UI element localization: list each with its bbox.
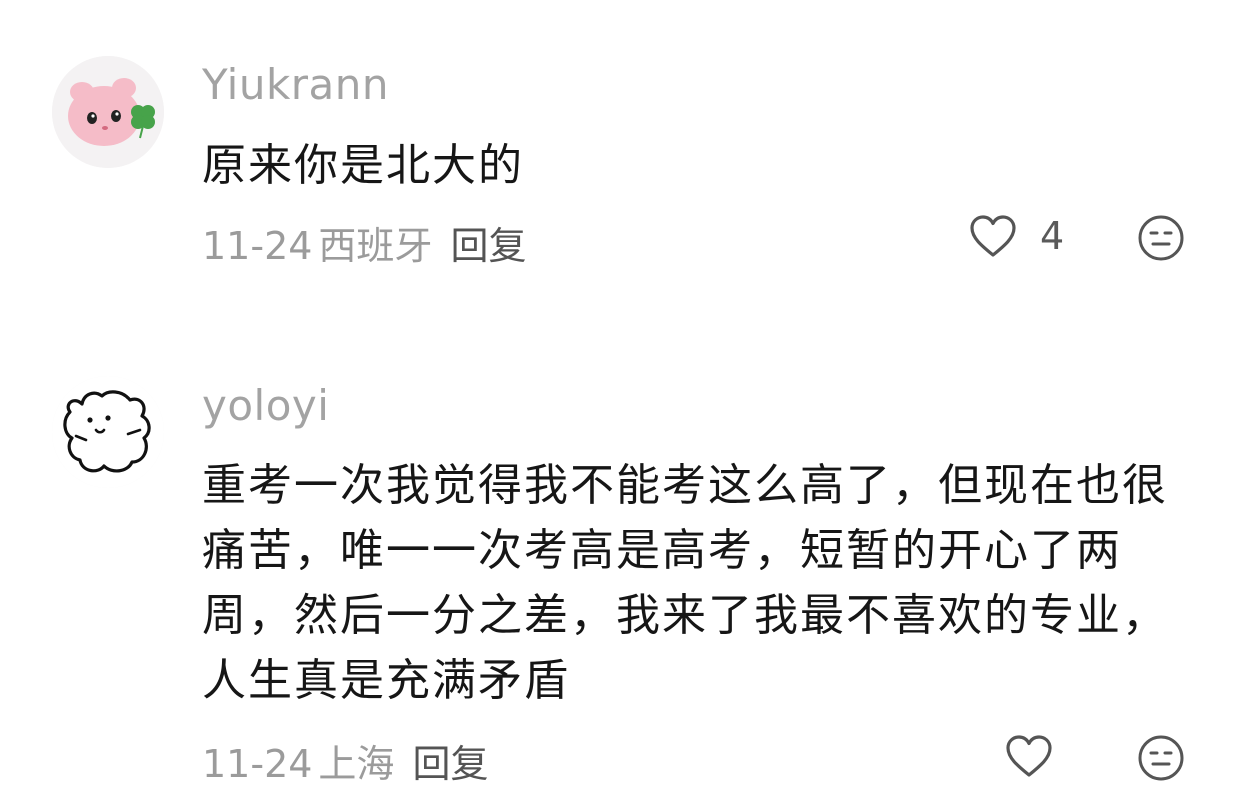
comment-location: 上海 [318, 742, 395, 786]
avatar[interactable] [52, 376, 164, 488]
comment-meta: 11-24 上海 回复 [202, 733, 488, 788]
emoji-reaction-button[interactable] [1136, 213, 1186, 263]
username[interactable]: yoloyi [202, 381, 329, 430]
comment-date: 11-24 [202, 224, 313, 268]
neutral-face-icon [1138, 735, 1184, 781]
heart-outline-icon [970, 215, 1016, 257]
comment-text: 原来你是北大的 [202, 140, 524, 191]
doodle-bear-icon [52, 376, 164, 488]
reply-button[interactable]: 回复 [450, 224, 526, 268]
comment-date: 11-24 [202, 742, 313, 786]
comment-meta: 11-24 西班牙 回复 [202, 215, 526, 270]
comment-location: 西班牙 [318, 224, 433, 268]
reply-button[interactable]: 回复 [412, 742, 488, 786]
pink-creature-with-clover-icon [52, 56, 164, 168]
heart-outline-icon [1006, 735, 1052, 777]
neutral-face-icon [1138, 215, 1184, 261]
like-count: 4 [1040, 214, 1065, 258]
comment-text: 重考一次我觉得我不能考这么高了，但现在也很痛苦，唯一一次考高是高考，短暂的开心了… [202, 460, 1168, 706]
like-button[interactable] [1004, 733, 1076, 779]
avatar[interactable] [52, 56, 164, 168]
emoji-reaction-button[interactable] [1136, 733, 1186, 783]
username[interactable]: Yiukrann [202, 60, 389, 109]
like-button[interactable]: 4 [968, 213, 1064, 259]
